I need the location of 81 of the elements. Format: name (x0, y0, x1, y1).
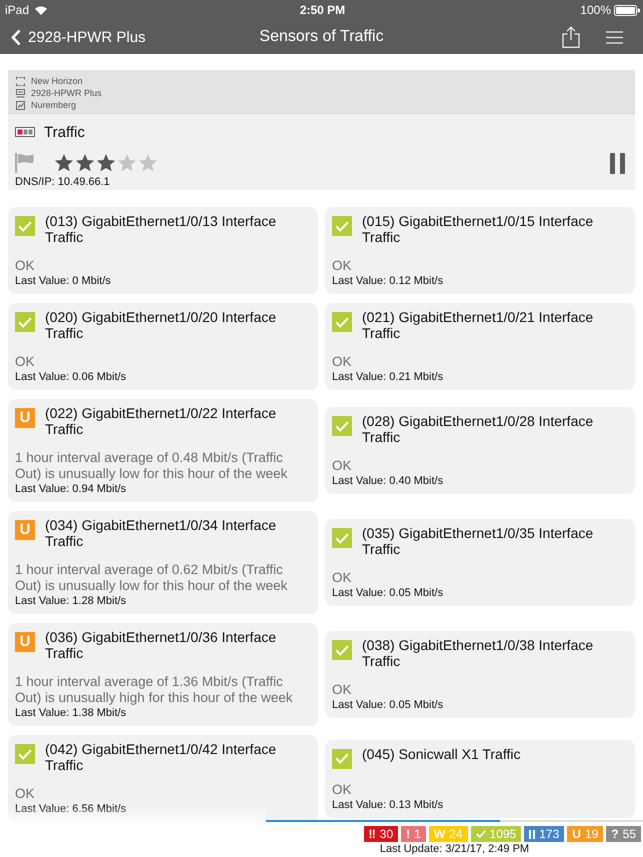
sensor-card[interactable]: (038) GigabitEthernet1/0/38 Interface Traffic OK Last Value: 0.05 Mbit/s (325, 631, 635, 718)
status-message: OK (332, 258, 353, 274)
sensor-title: (028) GigabitEthernet1/0/28 Interface Traffic (362, 413, 594, 445)
chevron-left-icon (11, 28, 21, 46)
clock-time: 2:50 PM (300, 3, 346, 17)
status-message: OK (15, 258, 36, 274)
sensor-card[interactable]: U (022) GigabitEthernet1/0/22 Interface Traffic 1 hour interval average of 0.48 Mbit/s (Traffic Out) is unusually low for this hour of the week Last Value: 0.94 Mbit/s (8, 399, 318, 502)
last-value-text: Last Value: 0.13 Mbit/s (332, 798, 444, 812)
status-message: 1 hour interval average of 0.48 Mbit/s (Traffic Out) is unusually low for this hour of the week (15, 450, 288, 482)
sensor-type-label: Traffic (44, 124, 85, 140)
last-value-text: Last Value: 0.06 Mbit/s (15, 370, 126, 384)
sensor-card[interactable]: U (036) GigabitEthernet1/0/36 Interface Traffic 1 hour interval average of 1.36 Mbit/s (Traffic Out) is unusually high for this hour of the week Last Value: 1.38 Mbit/s (8, 623, 318, 726)
segmented-bar-icon (15, 127, 35, 137)
sensor-title: (034) GigabitEthernet1/0/34 Interface Traffic (45, 517, 278, 549)
star-icon[interactable] (117, 154, 137, 172)
screen-title: Sensors of Traffic (259, 28, 384, 46)
sensor-card[interactable]: (045) Sonicwall X1 Traffic OK Last Value: 0.13 Mbit/s (325, 740, 635, 818)
back-button[interactable]: 2928-HPWR Plus (11, 28, 146, 46)
sensor-card[interactable]: (013) GigabitEthernet1/0/13 Interface Traffic OK Last Value: 0 Mbit/s (8, 207, 318, 294)
sensor-card[interactable]: (021) GigabitEthernet1/0/21 Interface Traffic OK Last Value: 0.21 Mbit/s (325, 303, 635, 390)
menu-icon[interactable] (606, 30, 623, 44)
sensor-title: (038) GigabitEthernet1/0/38 Interface Traffic (362, 637, 594, 669)
battery-level: 100% (580, 3, 611, 17)
pause-icon (529, 830, 536, 838)
sensor-title: (022) GigabitEthernet1/0/22 Interface Traffic (45, 405, 278, 437)
star-icon[interactable] (75, 154, 95, 172)
sensor-title: (036) GigabitEthernet1/0/36 Interface Traffic (45, 629, 278, 661)
sensor-card[interactable]: (020) GigabitEthernet1/0/20 Interface Traffic OK Last Value: 0.06 Mbit/s (8, 303, 318, 390)
sensor-card[interactable]: (035) GigabitEthernet1/0/35 Interface Traffic OK Last Value: 0.05 Mbit/s (325, 519, 635, 606)
sensor-title: (042) GigabitEthernet1/0/42 Interface Traffic (45, 741, 278, 773)
status-filter-button[interactable]: 173 (524, 826, 564, 842)
last-value-text: Last Value: 0.40 Mbit/s (332, 474, 444, 488)
pause-icon[interactable] (610, 152, 625, 174)
last-value-text: Last Value: 1.28 Mbit/s (15, 594, 126, 608)
last-value-text: Last Value: 6.56 Mbit/s (15, 802, 126, 816)
battery-icon (614, 4, 640, 16)
status-message: OK (15, 786, 36, 802)
star-icon[interactable] (96, 154, 116, 172)
last-value-text: Last Value: 0.12 Mbit/s (332, 274, 444, 288)
status-symbol-icon: U (15, 520, 35, 540)
breadcrumb-link[interactable]: New Horizon (16, 75, 83, 87)
last-value-text: Last Value: 0.05 Mbit/s (332, 698, 444, 712)
status-message: OK (332, 458, 353, 474)
sensor-card[interactable]: (015) GigabitEthernet1/0/15 Interface Traffic OK Last Value: 0.12 Mbit/s (325, 207, 635, 294)
dns-ip-text: DNS/IP: 10.49.66.1 (15, 176, 110, 189)
status-message: OK (332, 782, 353, 798)
status-message: 1 hour interval average of 0.62 Mbit/s (Traffic Out) is unusually low for this hour of the week (15, 562, 288, 594)
sensor-card[interactable]: (042) GigabitEthernet1/0/42 Interface Traffic OK Last Value: 6.56 Mbit/s (8, 735, 318, 822)
share-icon[interactable] (562, 26, 580, 48)
sensor-title: (021) GigabitEthernet1/0/21 Interface Traffic (362, 309, 594, 341)
device-name: iPad (5, 3, 30, 17)
status-message: OK (332, 682, 353, 698)
status-symbol-icon: U (15, 632, 35, 652)
sensor-title: (020) GigabitEthernet1/0/20 Interface Traffic (45, 309, 278, 341)
sensor-card[interactable]: (028) GigabitEthernet1/0/28 Interface Traffic OK Last Value: 0.40 Mbit/s (325, 407, 635, 494)
star-icon[interactable] (138, 154, 158, 172)
sensor-card[interactable]: U (034) GigabitEthernet1/0/34 Interface Traffic 1 hour interval average of 0.62 Mbit/s (Traffic Out) is unusually low for this hour of the week Last Value: 1.28 Mbit/s (8, 511, 318, 614)
last-update-text: Last Update: 3/21/17, 2:49 PM (380, 843, 530, 856)
status-message: OK (332, 570, 353, 586)
sensor-title: (035) GigabitEthernet1/0/35 Interface Traffic (362, 525, 594, 557)
sensor-title: (015) GigabitEthernet1/0/15 Interface Traffic (362, 213, 594, 245)
last-value-text: Last Value: 0.05 Mbit/s (332, 586, 444, 600)
breadcrumb-link[interactable]: 2928-HPWR Plus (16, 87, 102, 99)
check-icon (476, 830, 486, 838)
last-value-text: Last Value: 1.38 Mbit/s (15, 706, 126, 720)
sensor-title: (013) GigabitEthernet1/0/13 Interface Traffic (45, 213, 278, 245)
status-message: OK (15, 354, 36, 370)
status-symbol-icon: U (15, 408, 35, 428)
chart-icon (16, 100, 25, 110)
star-icon[interactable] (54, 154, 74, 172)
sensor-title: (045) Sonicwall X1 Traffic (362, 746, 520, 762)
star-rating[interactable] (54, 154, 158, 172)
device-icon (16, 88, 25, 98)
last-value-text: Last Value: 0.21 Mbit/s (332, 370, 444, 384)
status-message: OK (332, 354, 353, 370)
last-value-text: Last Value: 0 Mbit/s (15, 274, 111, 288)
wifi-icon (35, 6, 48, 14)
last-value-text: Last Value: 0.94 Mbit/s (15, 482, 126, 496)
breadcrumb-link[interactable]: Nuremberg (16, 99, 76, 111)
status-filter-button[interactable]: ‼ 30 (364, 826, 398, 842)
status-message: 1 hour interval average of 1.36 Mbit/s (Traffic Out) is unusually high for this hour of the week (15, 674, 294, 706)
